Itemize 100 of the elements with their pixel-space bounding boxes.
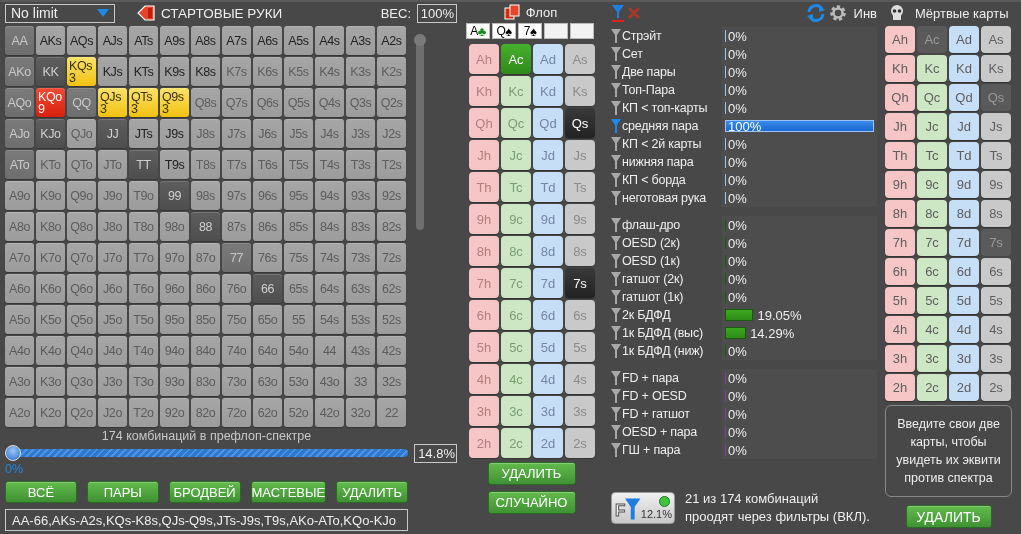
hand-cell[interactable]: A2s (377, 26, 406, 55)
hand-cell[interactable]: 88 (191, 212, 220, 241)
hand-cell[interactable]: 33 (346, 367, 375, 396)
card-button[interactable]: Th (469, 172, 499, 202)
card-button[interactable]: 3c (917, 345, 947, 372)
filter-toggle[interactable]: гатшот (2к) (611, 270, 722, 288)
hand-cell[interactable]: Q2s (377, 88, 406, 117)
card-button[interactable]: 6s (565, 300, 595, 330)
hand-cell[interactable]: J2s (377, 119, 406, 148)
slider-track[interactable] (5, 445, 408, 461)
card-button[interactable]: Qh (469, 108, 499, 138)
hand-cell[interactable]: Q6o (67, 274, 96, 303)
hand-cell[interactable]: QJo (67, 119, 96, 148)
hand-cell[interactable]: J3o (98, 367, 127, 396)
card-button[interactable]: Jc (917, 113, 947, 140)
card-button[interactable]: Qc (917, 84, 947, 111)
card-button[interactable]: 6h (885, 258, 915, 285)
hand-cell[interactable]: 86s (253, 212, 282, 241)
hand-cell[interactable]: AQs (67, 26, 96, 55)
card-button[interactable]: Ah (469, 44, 499, 74)
card-button[interactable]: 8c (501, 236, 531, 266)
hand-cell[interactable]: K2o (36, 398, 65, 427)
hand-cell[interactable]: 63s (346, 274, 375, 303)
action-button[interactable]: УДАЛИТЬ (487, 462, 576, 485)
hand-cell[interactable]: Q4s (315, 88, 344, 117)
hand-cell[interactable]: 63o (253, 367, 282, 396)
hand-cell[interactable]: KQo 9 (36, 88, 65, 117)
card-button[interactable]: 5s (565, 332, 595, 362)
card-button[interactable]: 2s (981, 374, 1011, 401)
card-button[interactable]: 3h (469, 396, 499, 426)
hand-cell[interactable]: Q9o (67, 181, 96, 210)
hand-cell[interactable]: 95s (284, 181, 313, 210)
card-button[interactable]: 8d (949, 200, 979, 227)
card-button[interactable]: Kh (885, 55, 915, 82)
card-button[interactable]: 3s (565, 396, 595, 426)
hand-cell[interactable]: 54s (315, 305, 344, 334)
card-button[interactable]: 2s (565, 428, 595, 458)
board-card-slot[interactable]: A♣ (466, 23, 490, 39)
hand-cell[interactable]: AQo (5, 88, 34, 117)
hand-cell[interactable]: 76o (222, 274, 251, 303)
filter-toggle[interactable]: 2к БДФД (611, 306, 722, 324)
card-button[interactable]: 6h (469, 300, 499, 330)
filter-toggle[interactable]: 1к БДФД (ниж) (611, 342, 722, 360)
hand-cell[interactable]: J6o (98, 274, 127, 303)
hand-cell[interactable]: 87s (222, 212, 251, 241)
card-button[interactable]: Qs (565, 108, 595, 138)
filter-toggle[interactable]: гатшот (1к) (611, 288, 722, 306)
hand-cell[interactable]: JTs (129, 119, 158, 148)
hand-cell[interactable]: 64s (315, 274, 344, 303)
hand-cell[interactable]: K5o (36, 305, 65, 334)
hand-cell[interactable]: K6o (36, 274, 65, 303)
card-button[interactable]: 4d (949, 316, 979, 343)
hand-cell[interactable]: Q8o (67, 212, 96, 241)
hand-cell[interactable]: T8o (129, 212, 158, 241)
board-card-slot[interactable]: Q♠ (492, 23, 516, 39)
filter-toggle[interactable]: нижняя пара (611, 153, 722, 171)
hand-cell[interactable]: KJs (98, 57, 127, 86)
hand-cell[interactable]: 65o (253, 305, 282, 334)
card-button[interactable]: Ks (565, 76, 595, 106)
hand-cell[interactable]: 95o (160, 305, 189, 334)
hand-cell[interactable]: 64o (253, 336, 282, 365)
hand-cell[interactable]: 75o (222, 305, 251, 334)
card-button[interactable]: 2c (501, 428, 531, 458)
hand-cell[interactable]: A4o (5, 336, 34, 365)
card-button[interactable]: 5s (981, 287, 1011, 314)
hand-cell[interactable]: ATo (5, 150, 34, 179)
card-button[interactable]: Jd (533, 140, 563, 170)
card-button[interactable]: 6s (981, 258, 1011, 285)
hand-cell[interactable]: KK (36, 57, 65, 86)
hand-cell[interactable]: K3o (36, 367, 65, 396)
hand-cell[interactable]: K9s (160, 57, 189, 86)
card-button[interactable]: Jd (949, 113, 979, 140)
hand-cell[interactable]: K8s (191, 57, 220, 86)
board-card-slot[interactable]: 7♠ (518, 23, 542, 39)
filter-toggle[interactable]: Стрэйт (611, 27, 722, 45)
hand-cell[interactable]: T6s (253, 150, 282, 179)
hand-cell[interactable]: 85o (191, 305, 220, 334)
card-button[interactable]: 4s (981, 316, 1011, 343)
empty-card-slot[interactable] (544, 23, 568, 39)
hand-cell[interactable]: A5s (284, 26, 313, 55)
hand-cell[interactable]: Q7s (222, 88, 251, 117)
hand-cell[interactable]: J4o (98, 336, 127, 365)
filter-toggle[interactable]: OESD (2к) (611, 234, 722, 252)
hand-cell[interactable]: 94o (160, 336, 189, 365)
card-button[interactable]: Tc (917, 142, 947, 169)
card-button[interactable]: 4s (565, 364, 595, 394)
hand-cell[interactable]: QTo (67, 150, 96, 179)
hand-cell[interactable]: 96o (160, 274, 189, 303)
hand-cell[interactable]: 94s (315, 181, 344, 210)
hand-cell[interactable]: KTo (36, 150, 65, 179)
hand-cell[interactable]: Q7o (67, 243, 96, 272)
hand-cell[interactable]: Q6s (253, 88, 282, 117)
hand-cell[interactable]: 87o (191, 243, 220, 272)
card-button[interactable]: 3s (981, 345, 1011, 372)
clear-button[interactable]: УДАЛИТЬ (905, 505, 992, 528)
hand-cell[interactable]: 55 (284, 305, 313, 334)
card-button[interactable]: 4h (885, 316, 915, 343)
card-button[interactable]: 4c (501, 364, 531, 394)
card-button[interactable]: 2d (949, 374, 979, 401)
card-button[interactable]: 6c (917, 258, 947, 285)
